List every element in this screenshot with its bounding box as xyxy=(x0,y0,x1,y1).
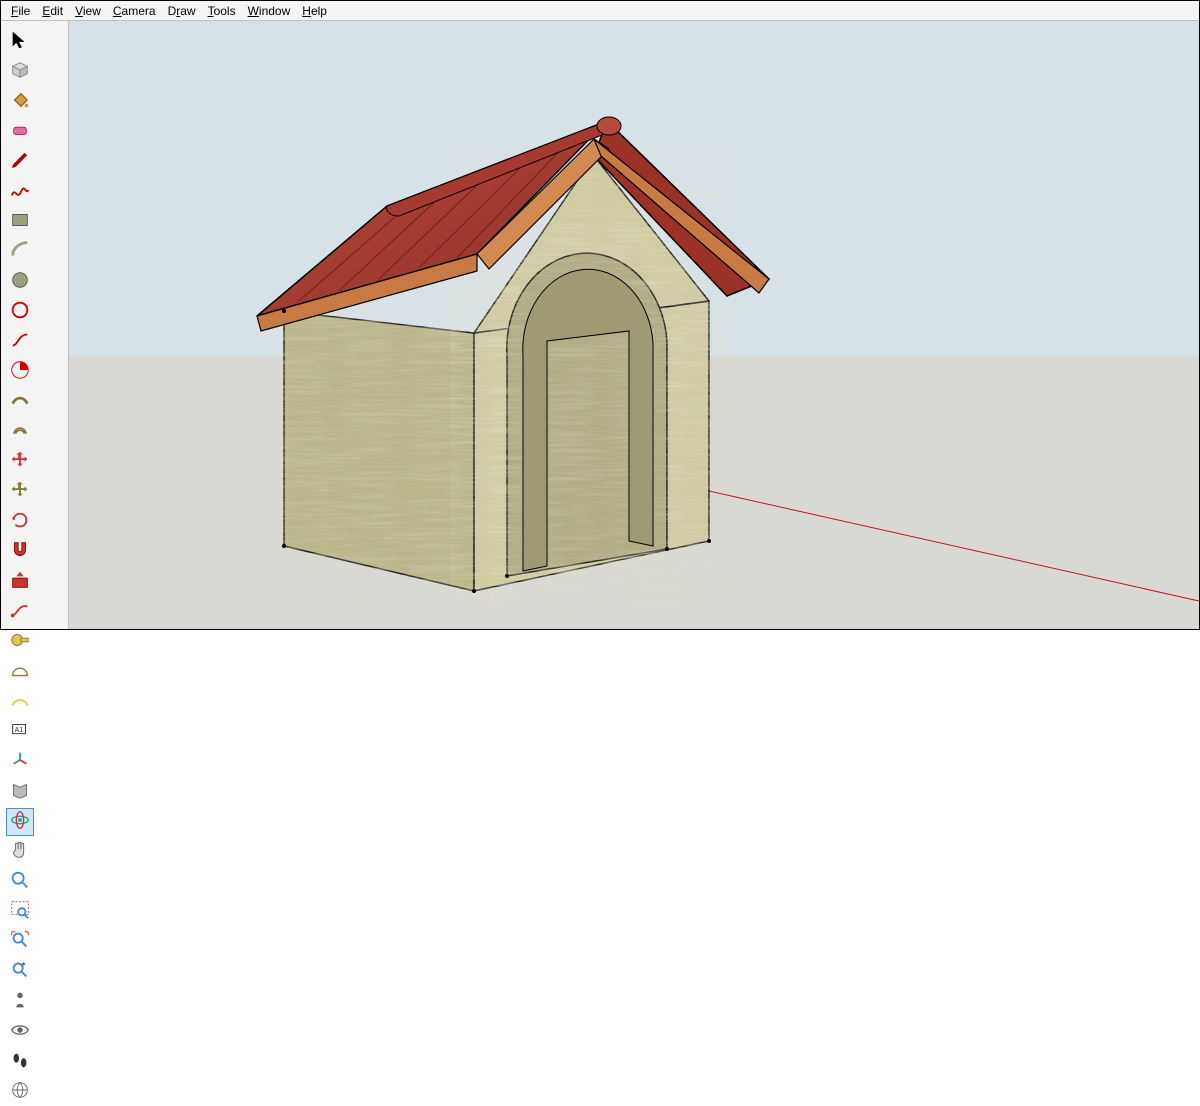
zoom-extents-icon xyxy=(9,929,31,956)
pushpull-icon xyxy=(9,569,31,596)
protractor-icon xyxy=(9,659,31,686)
menu-view-label: iew xyxy=(83,4,101,18)
axis-line-red xyxy=(709,491,1199,601)
move-icon xyxy=(9,449,31,476)
text-tool[interactable]: A1 xyxy=(6,718,34,746)
menu-help-label: elp xyxy=(311,4,327,18)
box-icon xyxy=(9,59,31,86)
rotate-tool[interactable] xyxy=(6,508,34,536)
feet-icon xyxy=(9,1049,31,1076)
follow-me-tool[interactable] xyxy=(6,388,34,416)
menu-edit[interactable]: Edit xyxy=(36,4,69,18)
menu-camera[interactable]: Camera xyxy=(107,4,162,18)
previous-tool[interactable] xyxy=(6,958,34,986)
pie-tool[interactable] xyxy=(6,358,34,386)
paint-tool[interactable] xyxy=(6,88,34,116)
zoom-window-icon xyxy=(9,899,31,926)
rotate-icon xyxy=(9,509,31,536)
walk-tool[interactable] xyxy=(6,1048,34,1076)
viewport-3d[interactable] xyxy=(69,21,1199,629)
follow-icon xyxy=(9,389,31,416)
rotate-copy-tool[interactable] xyxy=(6,478,34,506)
menu-draw[interactable]: Draw xyxy=(162,4,202,18)
offset-tool[interactable] xyxy=(6,418,34,446)
section-icon xyxy=(9,779,31,806)
menu-file[interactable]: File xyxy=(5,4,36,18)
ridge-end xyxy=(597,117,621,135)
zoom-icon xyxy=(9,869,31,896)
move-tool[interactable] xyxy=(6,448,34,476)
menu-tools[interactable]: Tools xyxy=(202,4,242,18)
rectangle-tool[interactable] xyxy=(6,208,34,236)
bucket-icon xyxy=(9,89,31,116)
rotate-copy-icon xyxy=(9,479,31,506)
freehand-tool[interactable] xyxy=(6,178,34,206)
polygon-icon xyxy=(9,299,31,326)
wall-side xyxy=(284,311,474,591)
dimension-icon xyxy=(9,689,31,716)
select-tool[interactable] xyxy=(6,28,34,56)
magnet-icon xyxy=(9,539,31,566)
push-pull-tool[interactable] xyxy=(6,568,34,596)
arc-icon xyxy=(9,239,31,266)
svg-text:A1: A1 xyxy=(15,724,24,733)
tape-tool[interactable] xyxy=(6,628,34,656)
zoom-extents-tool[interactable] xyxy=(6,928,34,956)
eye-icon xyxy=(9,1019,31,1046)
curve-icon xyxy=(9,329,31,356)
line-tool[interactable] xyxy=(6,148,34,176)
offset-icon xyxy=(9,419,31,446)
follow-path-icon xyxy=(9,599,31,626)
pan-tool[interactable] xyxy=(6,838,34,866)
position-camera-tool[interactable] xyxy=(6,988,34,1016)
menu-edit-label: dit xyxy=(50,4,63,18)
eraser-tool[interactable] xyxy=(6,118,34,146)
cursor-icon xyxy=(9,29,31,56)
dimension-tool[interactable] xyxy=(6,688,34,716)
eraser-icon xyxy=(9,119,31,146)
axes-tool[interactable] xyxy=(6,748,34,776)
zoom-window-tool[interactable] xyxy=(6,898,34,926)
toolbar: A1 xyxy=(1,21,69,629)
menu-draw-label: aw xyxy=(180,4,195,18)
globe-icon xyxy=(9,1079,31,1106)
menu-file-label: ile xyxy=(18,4,30,18)
person-icon xyxy=(9,989,31,1016)
main-area: A1 xyxy=(1,21,1199,629)
menu-view[interactable]: View xyxy=(69,4,107,18)
section-tool[interactable] xyxy=(6,778,34,806)
text-icon: A1 xyxy=(9,719,31,746)
axes-icon xyxy=(9,749,31,776)
protractor-tool[interactable] xyxy=(6,658,34,686)
pencil-icon xyxy=(9,149,31,176)
polygon-tool[interactable] xyxy=(6,298,34,326)
zoom-prev-icon xyxy=(9,959,31,986)
arc-tool[interactable] xyxy=(6,238,34,266)
pie-icon xyxy=(9,359,31,386)
orbit-tool[interactable] xyxy=(6,808,34,836)
menu-camera-label: amera xyxy=(122,4,156,18)
menu-tools-label: ools xyxy=(214,4,236,18)
look-around-tool[interactable] xyxy=(6,1018,34,1046)
scale-tool[interactable] xyxy=(6,538,34,566)
menu-help[interactable]: Help xyxy=(296,4,333,18)
orbit-icon xyxy=(9,809,31,836)
shadows-tool[interactable] xyxy=(6,1078,34,1106)
follow-path-tool[interactable] xyxy=(6,598,34,626)
menu-window-label: indow xyxy=(259,4,290,18)
menubar: File Edit View Camera Draw Tools Window … xyxy=(1,1,1199,21)
components-tool[interactable] xyxy=(6,58,34,86)
hand-icon xyxy=(9,839,31,866)
model-canvas xyxy=(69,21,1199,629)
menu-window[interactable]: Window xyxy=(242,4,297,18)
rectangle-icon xyxy=(9,209,31,236)
zoom-tool[interactable] xyxy=(6,868,34,896)
circle-icon xyxy=(9,269,31,296)
tape-icon xyxy=(9,629,31,656)
circle-tool[interactable] xyxy=(6,268,34,296)
curve-tool[interactable] xyxy=(6,328,34,356)
squiggle-icon xyxy=(9,179,31,206)
